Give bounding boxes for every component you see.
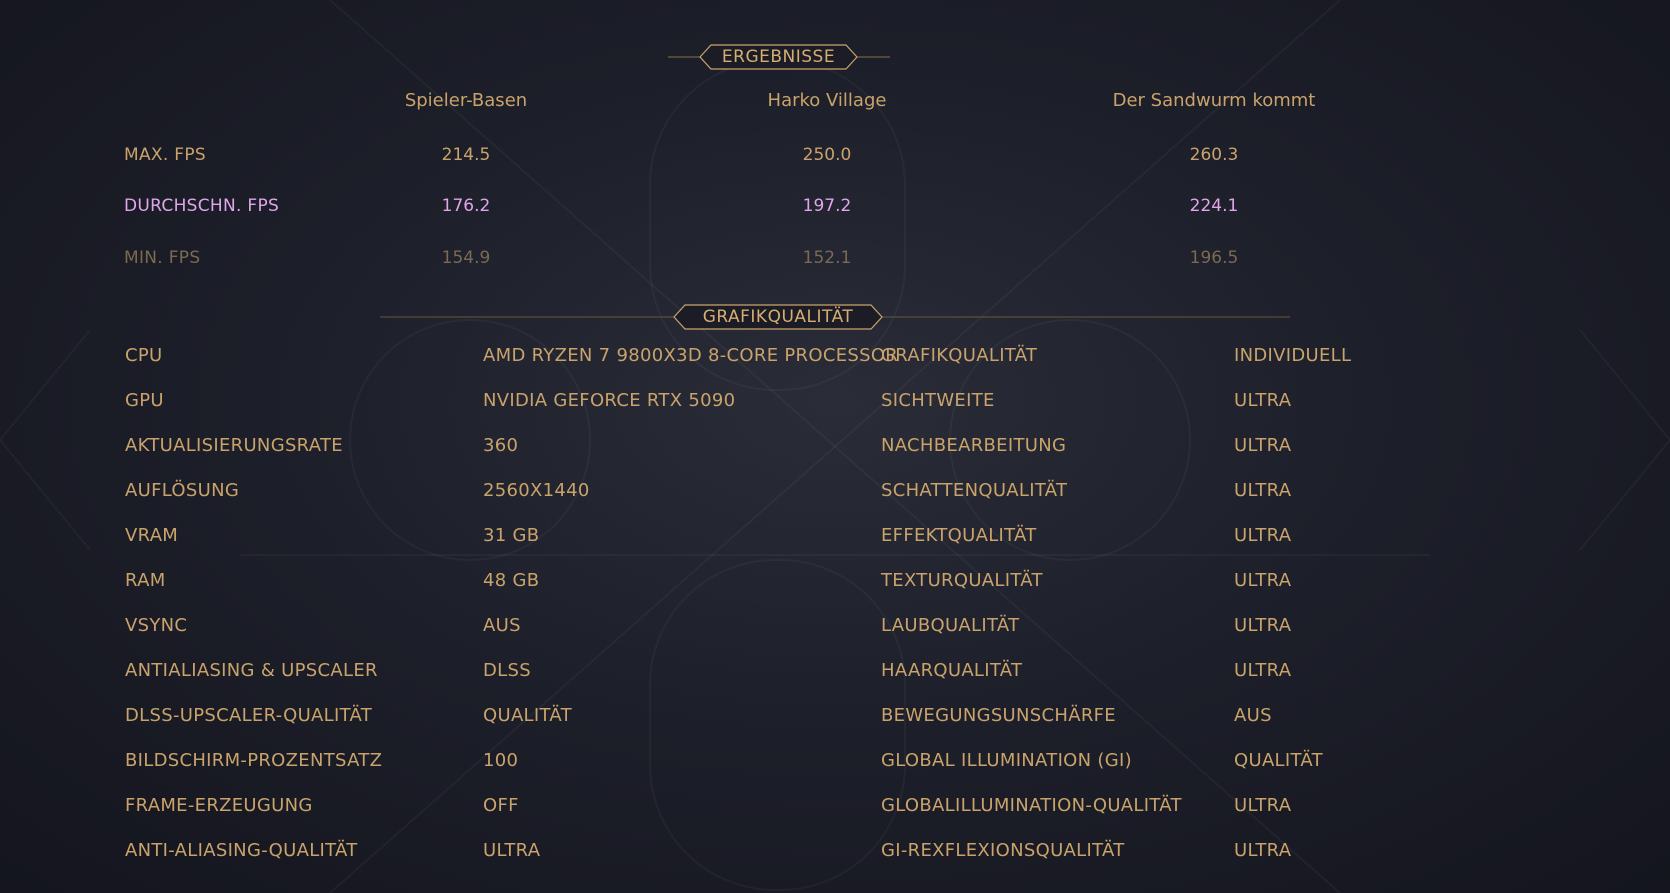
setting-label-gi-quality: GLOBALILLUMINATION-QUALITÄT xyxy=(881,795,1182,816)
setting-value-hair-quality: ULTRA xyxy=(1234,660,1292,681)
setting-label-foliage-quality: LAUBQUALITÄT xyxy=(881,615,1020,636)
setting-value-gi-reflection-quality: ULTRA xyxy=(1234,840,1292,861)
setting-value-effect-quality: ULTRA xyxy=(1234,525,1292,546)
setting-value-shadow-quality: ULTRA xyxy=(1234,480,1292,501)
column-header-spieler-basen: Spieler-Basen xyxy=(404,90,528,111)
setting-value-global-illumination: QUALITÄT xyxy=(1234,750,1323,771)
setting-label-post-processing: NACHBEARBEITUNG xyxy=(881,435,1067,456)
setting-label-refresh-rate: AKTUALISIERUNGSRATE xyxy=(125,435,343,456)
setting-value-graphics-quality: INDIVIDUELL xyxy=(1234,345,1352,366)
setting-value-post-processing: ULTRA xyxy=(1234,435,1292,456)
setting-value-antialiasing-upscaler: DLSS xyxy=(483,660,531,681)
setting-label-effect-quality: EFFEKTQUALITÄT xyxy=(881,525,1037,546)
setting-label-screen-percentage: BILDSCHIRM-PROZENTSATZ xyxy=(125,750,383,771)
min-fps-label: MIN. FPS xyxy=(124,248,201,268)
min-fps-sandwurm: 196.5 xyxy=(1189,248,1239,268)
avg-fps-spieler-basen: 176.2 xyxy=(441,196,491,216)
avg-fps-sandwurm: 224.1 xyxy=(1189,196,1239,216)
avg-fps-harko-village: 197.2 xyxy=(802,196,852,216)
setting-label-dlss-quality: DLSS-UPSCALER-QUALITÄT xyxy=(125,705,373,726)
max-fps-sandwurm: 260.3 xyxy=(1189,145,1239,165)
setting-label-shadow-quality: SCHATTENQUALITÄT xyxy=(881,480,1068,501)
setting-label-resolution: AUFLÖSUNG xyxy=(125,480,240,501)
max-fps-label: MAX. FPS xyxy=(124,145,206,165)
setting-value-frame-generation: OFF xyxy=(483,795,519,816)
setting-value-ram: 48 GB xyxy=(483,570,540,591)
setting-value-resolution: 2560X1440 xyxy=(483,480,590,501)
setting-value-vsync: AUS xyxy=(483,615,521,636)
setting-value-gpu: NVIDIA GEFORCE RTX 5090 xyxy=(483,390,736,411)
column-header-harko-village: Harko Village xyxy=(767,90,887,111)
setting-value-motion-blur: AUS xyxy=(1234,705,1272,726)
setting-label-vsync: VSYNC xyxy=(125,615,188,636)
setting-value-foliage-quality: ULTRA xyxy=(1234,615,1292,636)
setting-label-cpu: CPU xyxy=(125,345,163,366)
setting-value-view-distance: ULTRA xyxy=(1234,390,1292,411)
benchmark-results-screen: ERGEBNISSE Spieler-Basen Harko Village D… xyxy=(0,0,1670,893)
results-header: ERGEBNISSE xyxy=(0,43,1670,71)
avg-fps-label: DURCHSCHN. FPS xyxy=(124,196,280,216)
setting-label-aa-quality: ANTI-ALIASING-QUALITÄT xyxy=(125,840,358,861)
setting-value-cpu: AMD RYZEN 7 9800X3D 8-CORE PROCESSOR xyxy=(483,345,899,366)
setting-label-global-illumination: GLOBAL ILLUMINATION (GI) xyxy=(881,750,1132,771)
setting-label-frame-generation: FRAME-ERZEUGUNG xyxy=(125,795,313,816)
setting-label-gpu: GPU xyxy=(125,390,164,411)
setting-label-vram: VRAM xyxy=(125,525,179,546)
max-fps-spieler-basen: 214.5 xyxy=(441,145,491,165)
setting-value-vram: 31 GB xyxy=(483,525,540,546)
setting-label-graphics-quality: GRAFIKQUALITÄT xyxy=(881,345,1038,366)
setting-value-gi-quality: ULTRA xyxy=(1234,795,1292,816)
setting-label-gi-reflection-quality: GI-REXFLEXIONSQUALITÄT xyxy=(881,840,1125,861)
min-fps-harko-village: 152.1 xyxy=(802,248,852,268)
setting-value-texture-quality: ULTRA xyxy=(1234,570,1292,591)
setting-label-hair-quality: HAARQUALITÄT xyxy=(881,660,1023,681)
setting-label-motion-blur: BEWEGUNGSUNSCHÄRFE xyxy=(881,705,1116,726)
setting-label-antialiasing-upscaler: ANTIALIASING & UPSCALER xyxy=(125,660,378,681)
setting-label-texture-quality: TEXTURQUALITÄT xyxy=(881,570,1043,591)
min-fps-spieler-basen: 154.9 xyxy=(441,248,491,268)
results-title: ERGEBNISSE xyxy=(721,47,836,67)
setting-label-view-distance: SICHTWEITE xyxy=(881,390,995,411)
setting-label-ram: RAM xyxy=(125,570,166,591)
graphics-header: GRAFIKQUALITÄT xyxy=(0,303,1670,331)
column-header-sandwurm: Der Sandwurm kommt xyxy=(1112,90,1316,111)
setting-value-refresh-rate: 360 xyxy=(483,435,519,456)
setting-value-screen-percentage: 100 xyxy=(483,750,519,771)
setting-value-dlss-quality: QUALITÄT xyxy=(483,705,572,726)
graphics-title: GRAFIKQUALITÄT xyxy=(702,307,854,327)
setting-value-aa-quality: ULTRA xyxy=(483,840,541,861)
max-fps-harko-village: 250.0 xyxy=(802,145,852,165)
